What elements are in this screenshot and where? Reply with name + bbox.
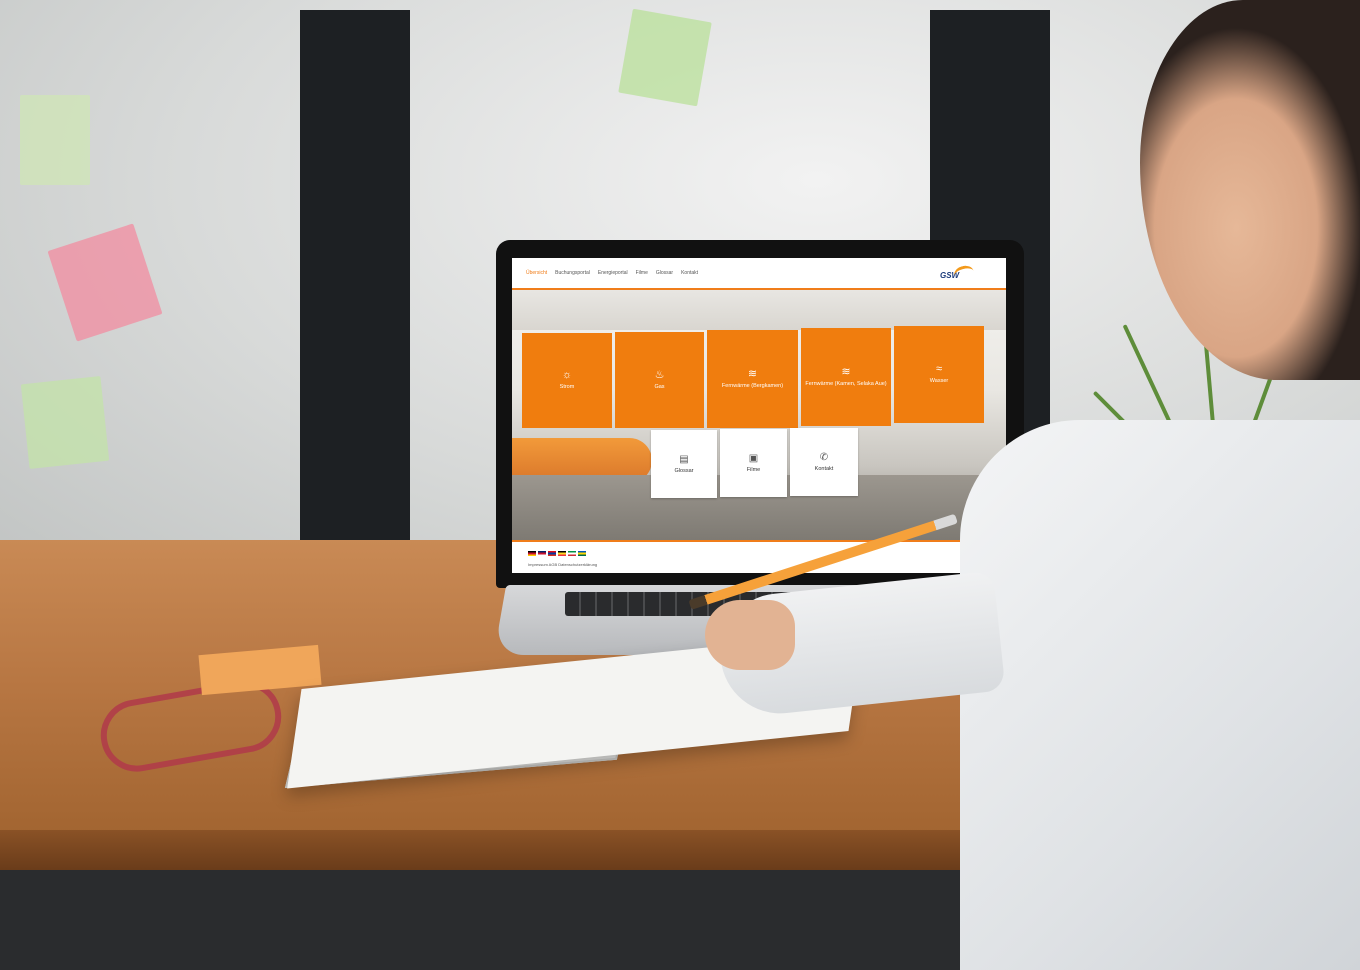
sticky-note-green-top [618, 8, 712, 107]
language-flag-icon[interactable] [528, 551, 536, 556]
language-flags [528, 551, 586, 556]
person-shirt [960, 420, 1360, 970]
hero-ceiling [512, 290, 1006, 330]
sticky-note-green-left [20, 95, 90, 185]
tile-label: Fernwärme (Kamen, Selaka Aue) [805, 380, 887, 387]
nav-item-uebersicht[interactable]: Übersicht [526, 270, 547, 276]
logo-swoosh-icon [952, 263, 976, 284]
nav-item-filme[interactable]: Filme [636, 270, 648, 276]
language-flag-icon[interactable] [578, 551, 586, 556]
window-frame-left [300, 10, 410, 570]
tile-label: Glossar [674, 467, 694, 474]
tile-strom[interactable]: ☼ Strom [522, 333, 612, 428]
language-flag-icon[interactable] [548, 551, 556, 556]
nav-item-glossar[interactable]: Glossar [656, 270, 673, 276]
lightbulb-icon: ☼ [561, 369, 573, 381]
tile-fernwaerme-bergkamen[interactable]: ≋ Fernwärme (Bergkamen) [707, 330, 798, 428]
tile-fernwaerme-kamen[interactable]: ≋ Fernwärme (Kamen, Selaka Aue) [801, 328, 891, 426]
book-icon: ▤ [679, 453, 689, 465]
site-nav: Übersicht Buchungsportal Energieportal F… [526, 270, 698, 276]
film-camera-icon: ▣ [748, 452, 759, 464]
nav-item-buchungsportal[interactable]: Buchungsportal [555, 270, 590, 276]
tile-glossar[interactable]: ▤ Glossar [651, 430, 717, 498]
tile-label: Strom [559, 384, 575, 390]
tile-label: Fernwärme (Bergkamen) [721, 382, 784, 389]
site-logo[interactable]: GSW [940, 263, 976, 284]
footer-links[interactable]: Impressum AGB Datenschutzerklärung [528, 562, 597, 567]
heat-waves-icon: ≋ [841, 365, 851, 378]
language-flag-icon[interactable] [568, 551, 576, 556]
sticky-note-green-bottom [20, 376, 110, 469]
tile-label: Filme [746, 466, 761, 473]
tile-label: Wasser [929, 378, 949, 384]
tile-wasser[interactable]: ≈ Wasser [894, 326, 984, 423]
site-header: Übersicht Buchungsportal Energieportal F… [512, 258, 1006, 290]
phone-contact-icon: ✆ [819, 451, 829, 463]
photo-scene: Übersicht Buchungsportal Energieportal F… [0, 0, 1360, 970]
language-flag-icon[interactable] [558, 551, 566, 556]
tile-kontakt[interactable]: ✆ Kontakt [790, 428, 858, 496]
nav-item-kontakt[interactable]: Kontakt [681, 270, 698, 276]
water-waves-icon: ≈ [935, 363, 943, 375]
tile-label: Gas [654, 383, 665, 390]
person-hand [705, 600, 795, 670]
nav-item-energieportal[interactable]: Energieportal [598, 270, 628, 276]
tile-filme[interactable]: ▣ Filme [720, 429, 787, 497]
heat-waves-icon: ≋ [747, 367, 758, 380]
tile-gas[interactable]: ♨ Gas [615, 332, 704, 428]
flame-drop-icon: ♨ [654, 368, 665, 381]
site-footer: Impressum AGB Datenschutzerklärung [512, 540, 1006, 573]
tile-label: Kontakt [814, 465, 834, 472]
language-flag-icon[interactable] [538, 551, 546, 556]
